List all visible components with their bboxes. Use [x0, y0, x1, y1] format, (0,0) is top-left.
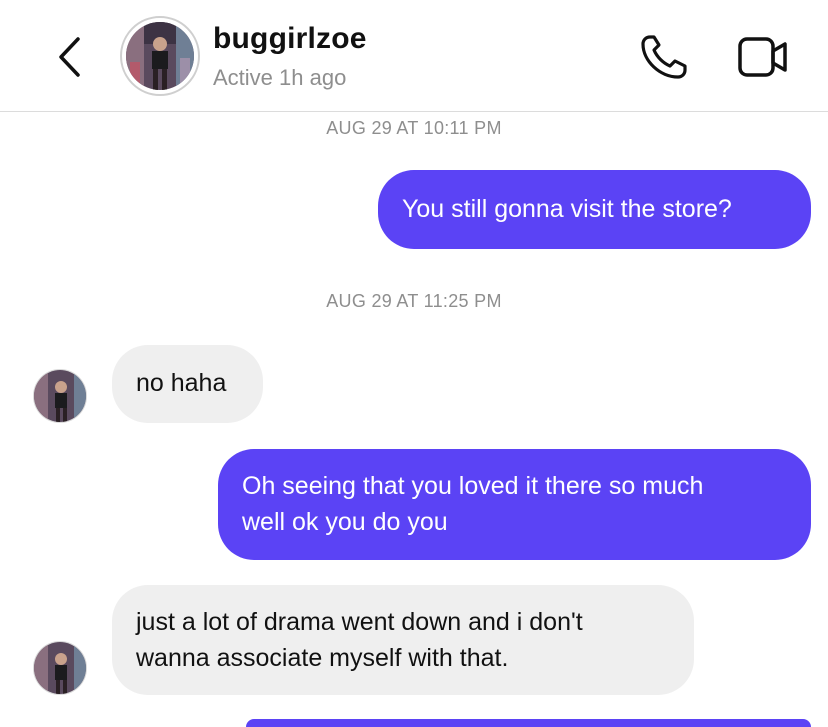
message-text: You still gonna visit the store?: [402, 195, 732, 223]
back-button[interactable]: [52, 33, 92, 81]
message-text-line: wanna associate myself with that.: [136, 644, 509, 672]
video-call-button[interactable]: [736, 35, 790, 79]
outgoing-message-partial[interactable]: [246, 719, 811, 727]
timestamp: AUG 29 AT 10:11 PM: [326, 118, 502, 138]
message-text-line: Oh seeing that you loved it there so muc…: [242, 472, 704, 500]
call-button[interactable]: [638, 33, 690, 81]
incoming-message[interactable]: no haha: [112, 345, 263, 423]
sender-avatar[interactable]: [33, 641, 87, 695]
contact-name[interactable]: buggirlzoe: [213, 22, 367, 56]
sender-avatar[interactable]: [33, 369, 87, 423]
profile-avatar[interactable]: [120, 16, 200, 96]
phone-icon: [641, 35, 687, 79]
chevron-left-icon: [59, 37, 80, 77]
message-text: no haha: [136, 369, 227, 397]
avatar-photo: [126, 22, 194, 90]
message-text-line: just a lot of drama went down and i don'…: [136, 608, 583, 636]
outgoing-message[interactable]: You still gonna visit the store?: [378, 170, 811, 249]
outgoing-message[interactable]: Oh seeing that you loved it there so muc…: [218, 449, 811, 560]
timestamp: AUG 29 AT 11:25 PM: [326, 291, 502, 311]
chat-header: buggirlzoe Active 1h ago: [0, 0, 828, 112]
message-text-line: well ok you do you: [242, 508, 448, 536]
video-camera-icon: [738, 37, 787, 77]
active-status: Active 1h ago: [213, 65, 347, 90]
incoming-message[interactable]: just a lot of drama went down and i don'…: [112, 585, 694, 695]
